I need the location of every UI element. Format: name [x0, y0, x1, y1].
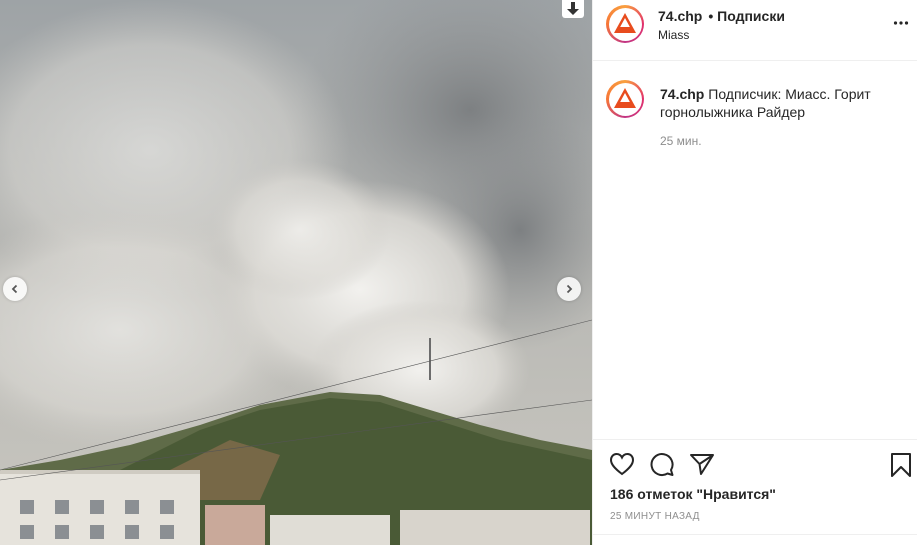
posted-time[interactable]: 25 МИНУТ НАЗАД [610, 511, 700, 522]
bookmark-icon[interactable] [890, 452, 912, 483]
post-header: 74.chp • Подписки Miass [593, 0, 917, 61]
location-link[interactable]: Miass [658, 28, 689, 42]
download-arrow-icon[interactable] [562, 0, 584, 18]
post-side-panel: 74.chp • Подписки Miass 74.chp Подписчик:… [592, 0, 917, 545]
chevron-right-icon[interactable] [557, 277, 581, 301]
following-button[interactable]: Подписки [717, 8, 785, 24]
avatar[interactable] [606, 5, 644, 43]
chevron-left-icon[interactable] [3, 277, 27, 301]
likes-count[interactable]: 186 отметок "Нравится" [610, 486, 776, 502]
caption-username[interactable]: 74.chp [660, 86, 704, 102]
channel-logo [614, 88, 636, 108]
heart-icon[interactable] [609, 452, 635, 481]
channel-logo [614, 13, 636, 33]
smoke-fire-image [0, 0, 592, 545]
more-options-icon[interactable] [893, 14, 909, 35]
post-photo[interactable] [0, 0, 592, 545]
separator-dot: • [708, 8, 714, 24]
header-user-line: 74.chp • Подписки [658, 8, 785, 24]
comment-icon[interactable] [649, 452, 675, 483]
header-username[interactable]: 74.chp [658, 8, 702, 24]
comment-avatar[interactable] [606, 80, 644, 118]
caption-time[interactable]: 25 мин. [660, 134, 702, 148]
share-icon[interactable] [689, 452, 715, 481]
post-caption: 74.chp Подписчик: Миасс. Горит горнолыжн… [660, 85, 900, 121]
action-bar: 186 отметок "Нравится" 25 МИНУТ НАЗАД [593, 439, 917, 546]
divider [593, 534, 917, 535]
